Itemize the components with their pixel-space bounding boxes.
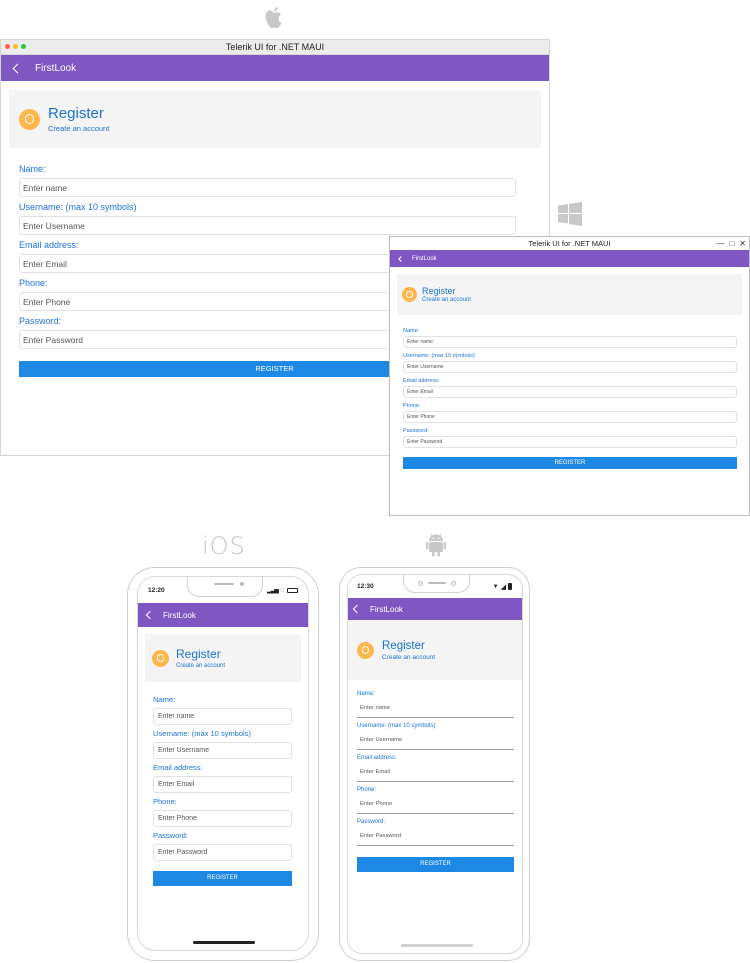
window-title: Telerik UI for .NET MAUI bbox=[225, 42, 325, 52]
back-arrow-icon[interactable] bbox=[352, 604, 362, 614]
password-label: Password: bbox=[357, 819, 386, 825]
register-header: Register Create an account bbox=[348, 620, 522, 680]
register-form: Name: Enter name Username: (max 10 symbo… bbox=[348, 680, 522, 872]
password-input[interactable]: Enter Password bbox=[153, 844, 292, 861]
phone-label: Phone: bbox=[153, 797, 177, 806]
phone-label: Phone: bbox=[357, 787, 377, 793]
username-input[interactable]: Enter Username bbox=[153, 742, 292, 759]
apple-logo-icon bbox=[265, 7, 282, 29]
windows-window: Telerik UI for .NET MAUI — □ ✕ FirstLook… bbox=[389, 236, 750, 516]
battery-icon bbox=[287, 587, 298, 593]
register-title: Register bbox=[382, 639, 425, 652]
register-header: Register Create an account bbox=[145, 634, 301, 682]
mac-zoom-button[interactable] bbox=[21, 44, 26, 49]
name-label: Name: bbox=[19, 164, 46, 174]
name-label: Name: bbox=[357, 691, 375, 697]
register-button[interactable]: REGISTER bbox=[357, 857, 514, 872]
user-avatar-icon bbox=[357, 641, 374, 659]
username-input[interactable]: Enter Username bbox=[357, 730, 514, 750]
register-form: Name: Enter name Username: (max 10 symbo… bbox=[397, 315, 742, 469]
email-label: Email address: bbox=[153, 763, 203, 772]
status-time: 12:30 bbox=[357, 583, 374, 590]
mac-minimize-button[interactable] bbox=[13, 44, 18, 49]
ios-screen: 12:20 ▂▃▅ ◌ FirstLook Register Create an… bbox=[137, 576, 309, 951]
nav-title: FirstLook bbox=[163, 610, 196, 620]
android-phone: 12:30 ▼ ◢ FirstLook Register Create an a… bbox=[339, 567, 530, 961]
mac-close-button[interactable] bbox=[5, 44, 10, 49]
email-input[interactable]: Enter Email bbox=[153, 776, 292, 793]
register-subtitle: Create an account bbox=[48, 124, 110, 133]
email-input[interactable]: Enter Email bbox=[357, 762, 514, 782]
register-header: Register Create an account bbox=[397, 274, 742, 315]
name-input[interactable]: Enter name bbox=[19, 178, 516, 197]
password-label: Password: bbox=[153, 831, 189, 840]
nav-title: FirstLook bbox=[370, 604, 403, 614]
username-label: Username: (max 10 symbols) bbox=[357, 723, 436, 729]
email-label: Email address: bbox=[403, 378, 440, 384]
back-arrow-icon[interactable] bbox=[12, 63, 23, 73]
nav-bar: FirstLook bbox=[348, 598, 522, 620]
android-screen: 12:30 ▼ ◢ FirstLook Register Create an a… bbox=[347, 574, 523, 954]
email-input[interactable]: Enter Email bbox=[403, 386, 737, 398]
wifi-icon: ▼ bbox=[492, 583, 499, 590]
back-arrow-icon[interactable] bbox=[145, 610, 155, 620]
user-avatar-icon bbox=[402, 287, 417, 302]
phone-label: Phone: bbox=[403, 403, 421, 409]
username-label: Username: (max 10 symbols) bbox=[19, 202, 137, 212]
phone-input[interactable]: Enter Phone bbox=[153, 810, 292, 827]
register-title: Register bbox=[422, 286, 456, 296]
username-label: Username: (max 10 symbols) bbox=[153, 729, 251, 738]
home-indicator bbox=[193, 941, 255, 944]
username-input[interactable]: Enter Username bbox=[19, 216, 516, 235]
maximize-icon[interactable]: □ bbox=[729, 239, 734, 248]
register-title: Register bbox=[176, 647, 221, 661]
register-form: Name: Enter name Username: (max 10 symbo… bbox=[145, 682, 301, 886]
windows-title-bar: Telerik UI for .NET MAUI — □ ✕ bbox=[390, 237, 749, 250]
status-time: 12:20 bbox=[148, 586, 165, 594]
android-logo-icon bbox=[426, 533, 446, 557]
home-indicator bbox=[401, 944, 473, 947]
password-input[interactable]: Enter Password bbox=[357, 826, 514, 846]
name-label: Name: bbox=[403, 328, 420, 334]
register-button[interactable]: REGISTER bbox=[403, 457, 737, 469]
register-subtitle: Create an account bbox=[382, 653, 436, 661]
close-icon[interactable]: ✕ bbox=[739, 239, 746, 248]
username-input[interactable]: Enter Username bbox=[403, 361, 737, 373]
register-subtitle: Create an account bbox=[176, 663, 226, 669]
register-button[interactable]: REGISTER bbox=[153, 871, 292, 886]
minimize-icon[interactable]: — bbox=[716, 239, 724, 248]
email-label: Email address: bbox=[357, 755, 397, 761]
user-avatar-icon bbox=[19, 108, 40, 130]
signal-icon: ◢ bbox=[500, 583, 506, 591]
register-title: Register bbox=[48, 105, 104, 122]
nav-title: FirstLook bbox=[412, 255, 437, 262]
signal-icon: ▂▃▅ bbox=[266, 587, 279, 594]
password-input[interactable]: Enter Password bbox=[403, 436, 737, 448]
windows-logo-icon bbox=[558, 202, 582, 226]
window-title: Telerik UI for .NET MAUI bbox=[528, 239, 611, 248]
nav-bar: FirstLook bbox=[138, 603, 308, 627]
ios-phone: 12:20 ▂▃▅ ◌ FirstLook Register Create an… bbox=[127, 567, 319, 961]
name-input[interactable]: Enter name bbox=[357, 698, 514, 718]
name-input[interactable]: Enter name bbox=[403, 336, 737, 348]
user-avatar-icon bbox=[152, 649, 169, 667]
nav-bar: FirstLook bbox=[390, 250, 749, 267]
nav-bar: FirstLook bbox=[1, 55, 549, 81]
back-arrow-icon[interactable] bbox=[398, 255, 404, 262]
name-input[interactable]: Enter name bbox=[153, 708, 292, 725]
mac-title-bar: Telerik UI for .NET MAUI bbox=[1, 40, 549, 55]
wifi-icon: ◌ bbox=[279, 586, 284, 594]
battery-icon bbox=[508, 583, 512, 590]
password-label: Password: bbox=[403, 428, 429, 434]
notch bbox=[187, 577, 263, 597]
register-subtitle: Create an account bbox=[422, 297, 472, 303]
register-header: Register Create an account bbox=[9, 90, 541, 148]
name-label: Name: bbox=[153, 695, 176, 704]
notch bbox=[403, 575, 470, 593]
username-label: Username: (max 10 symbols) bbox=[403, 353, 475, 359]
ios-platform-label: iOS bbox=[202, 532, 246, 560]
phone-input[interactable]: Enter Phone bbox=[357, 794, 514, 814]
nav-title: FirstLook bbox=[35, 62, 77, 74]
phone-input[interactable]: Enter Phone bbox=[403, 411, 737, 423]
